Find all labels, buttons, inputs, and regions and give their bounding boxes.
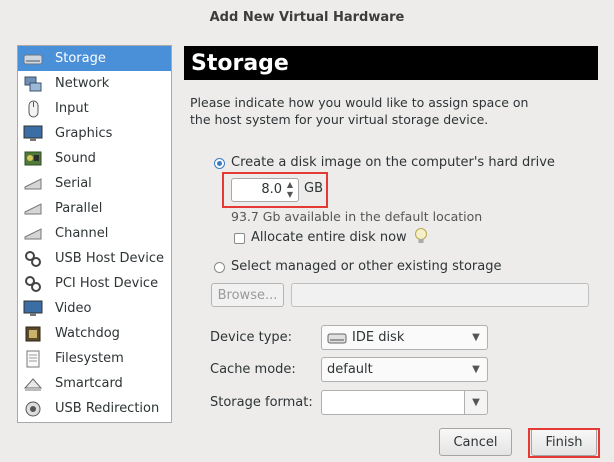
chevron-up-icon[interactable]: ▲	[285, 180, 295, 190]
smartcard-icon	[21, 374, 45, 394]
sidebar-item-serial[interactable]: Serial	[18, 171, 171, 196]
description-text: Please indicate how you would like to as…	[190, 95, 529, 127]
hardware-type-list[interactable]: Storage Network Input Graphics Sound Ser…	[17, 45, 172, 423]
lightbulb-icon	[414, 227, 428, 251]
cancel-button[interactable]: Cancel	[439, 428, 512, 456]
sidebar-item-watchdog[interactable]: Watchdog	[18, 321, 171, 346]
sidebar-item-label: Filesystem	[55, 351, 124, 366]
sidebar-item-usb-host-device[interactable]: USB Host Device	[18, 246, 171, 271]
sidebar-item-label: Video	[55, 301, 92, 316]
sidebar-item-label: Parallel	[55, 201, 103, 216]
create-disk-radio[interactable]	[214, 158, 225, 169]
cache-mode-label: Cache mode:	[210, 362, 296, 377]
sidebar-item-usb-redirection[interactable]: USB Redirection	[18, 396, 171, 421]
finish-highlight-box	[528, 428, 600, 458]
allocate-checkbox[interactable]	[234, 233, 245, 244]
sidebar-item-label: Watchdog	[55, 326, 120, 341]
serial-port-icon	[21, 174, 45, 194]
device-type-value: IDE disk	[352, 330, 405, 345]
storage-format-input[interactable]	[321, 390, 464, 415]
existing-storage-label[interactable]: Select managed or other existing storage	[231, 259, 501, 274]
sidebar-item-pci-host-device[interactable]: PCI Host Device	[18, 271, 171, 296]
chevron-down-icon[interactable]: ▼	[285, 190, 295, 200]
sidebar-item-parallel[interactable]: Parallel	[18, 196, 171, 221]
browse-button[interactable]: Browse...	[211, 283, 284, 307]
watchdog-icon	[21, 324, 45, 344]
pci-icon	[21, 274, 45, 294]
stepper-arrows[interactable]: ▲ ▼	[285, 180, 295, 200]
cache-mode-select[interactable]: default ▼	[321, 357, 488, 382]
sidebar-item-label: Network	[55, 76, 110, 91]
network-icon	[21, 74, 45, 94]
chevron-down-icon[interactable]: ▼	[465, 332, 487, 343]
sidebar-item-label: Storage	[55, 51, 106, 66]
sidebar-item-label: Input	[55, 101, 89, 116]
sidebar-item-channel[interactable]: Channel	[18, 221, 171, 246]
chevron-down-icon[interactable]: ▼	[464, 390, 488, 415]
device-type-select[interactable]: IDE disk ▼	[321, 325, 488, 350]
sidebar-item-video[interactable]: Video	[18, 296, 171, 321]
channel-icon	[21, 224, 45, 244]
sidebar-item-smartcard[interactable]: Smartcard	[18, 371, 171, 396]
sidebar-item-label: Sound	[55, 151, 96, 166]
storage-format-combo[interactable]: ▼	[321, 390, 488, 415]
disk-size-value[interactable]: 8.0	[232, 182, 282, 197]
sidebar-item-label: Channel	[55, 226, 109, 241]
sidebar-item-input[interactable]: Input	[18, 96, 171, 121]
monitor-icon	[21, 124, 45, 144]
allocate-label[interactable]: Allocate entire disk now	[251, 230, 407, 245]
mouse-icon	[21, 99, 45, 119]
storage-icon	[21, 49, 45, 69]
sidebar-item-sound[interactable]: Sound	[18, 146, 171, 171]
sidebar-item-label: USB Redirection	[55, 401, 160, 416]
create-disk-label[interactable]: Create a disk image on the computer's ha…	[231, 155, 555, 170]
sidebar-item-filesystem[interactable]: Filesystem	[18, 346, 171, 371]
usb-icon	[21, 249, 45, 269]
available-space-text: 93.7 Gb available in the default locatio…	[231, 209, 483, 224]
chevron-down-icon[interactable]: ▼	[465, 364, 487, 375]
page-title: Storage	[184, 46, 598, 80]
sidebar-item-storage[interactable]: Storage	[18, 46, 171, 71]
sidebar-item-label: Serial	[55, 176, 92, 191]
cache-mode-value: default	[327, 362, 373, 377]
existing-storage-radio[interactable]	[214, 262, 225, 273]
folder-icon	[21, 349, 45, 369]
usb-redirection-icon	[21, 399, 45, 419]
sidebar-item-label: Graphics	[55, 126, 113, 141]
parallel-port-icon	[21, 199, 45, 219]
size-unit: GB	[304, 181, 323, 196]
device-type-label: Device type:	[210, 330, 293, 345]
disk-size-stepper[interactable]: 8.0 ▲ ▼	[231, 178, 299, 202]
sound-card-icon	[21, 149, 45, 169]
sidebar-item-network[interactable]: Network	[18, 71, 171, 96]
sidebar-item-graphics[interactable]: Graphics	[18, 121, 171, 146]
disk-icon	[322, 331, 347, 345]
sidebar-item-label: PCI Host Device	[55, 276, 159, 291]
storage-path-field[interactable]	[291, 283, 589, 307]
storage-format-label: Storage format:	[210, 395, 313, 410]
video-icon	[21, 299, 45, 319]
sidebar-item-label: USB Host Device	[55, 251, 165, 266]
sidebar-item-label: Smartcard	[55, 376, 123, 391]
window-title: Add New Virtual Hardware	[209, 10, 405, 25]
